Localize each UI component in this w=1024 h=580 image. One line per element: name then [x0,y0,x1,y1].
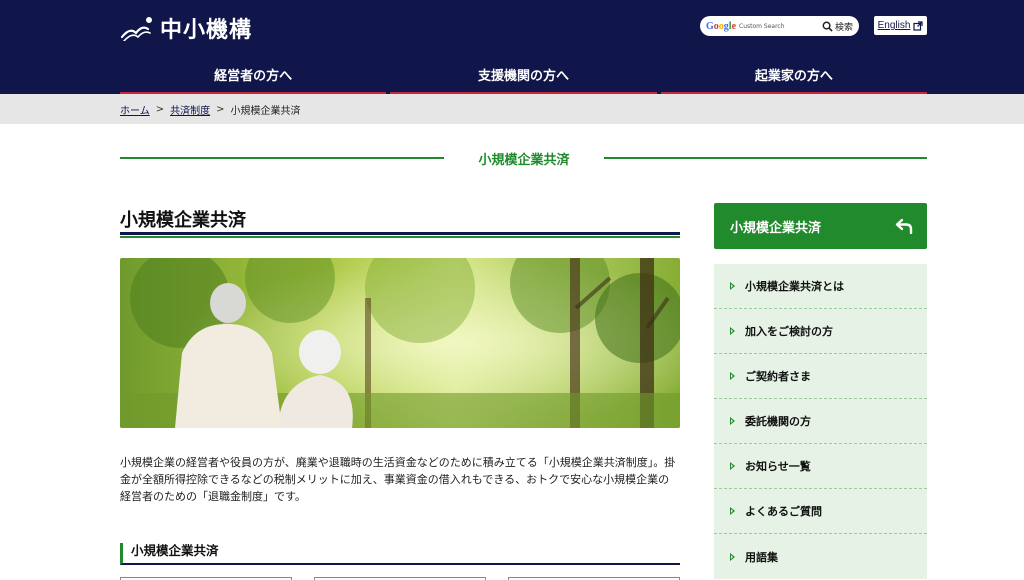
breadcrumb-separator: > [216,103,225,115]
triangle-right-icon [730,417,735,425]
triangle-right-icon [730,327,735,335]
hero-image [120,258,680,428]
english-label: English [877,20,911,31]
search-icon [822,21,833,32]
sidebar-item-glossary[interactable]: 用語集 [714,534,927,579]
sidebar-item-label: お知らせ一覧 [745,460,811,473]
sidebar-item-label: 委託機関の方 [745,415,811,428]
page-title: 小規模企業共済 [120,210,246,231]
sidebar-item-considering[interactable]: 加入をご検討の方 [714,309,927,354]
triangle-right-icon [730,372,735,380]
sidebar-item-about[interactable]: 小規模企業共済とは [714,264,927,309]
search-button[interactable]: 検索 [822,20,853,33]
logo-text: 中小機構 [160,18,253,43]
sub-section-heading-text: 小規模企業共済 [131,543,219,558]
sidebar-item-news[interactable]: お知らせ一覧 [714,444,927,489]
section-heading: 小規模企業共済 [478,153,570,168]
search-button-label: 検索 [834,22,853,33]
breadcrumb-current: 小規模企業共済 [230,105,301,117]
site-header: 中小機構 Google Custom Search 検索 English 経営者… [0,0,1024,94]
sidebar-item-label: 小規模企業共済とは [745,280,844,293]
section-heading-line-right [604,157,927,159]
site-search[interactable]: Google Custom Search 検索 [700,16,859,36]
breadcrumb-home[interactable]: ホーム [120,102,150,117]
nav-for-entrepreneurs[interactable]: 起業家の方へ [660,60,927,94]
breadcrumb: ホーム > 共済制度 > 小規模企業共済 [0,94,1024,124]
sidebar-item-label: よくあるご質問 [745,505,822,518]
return-arrow-icon [895,218,913,234]
english-link[interactable]: English [874,16,927,35]
triangle-right-icon [730,282,735,290]
sidebar-menu: 小規模企業共済とは 加入をご検討の方 ご契約者さま 委託機関の方 お知らせ一覧 … [714,264,927,579]
breadcrumb-separator: > [155,103,165,115]
hero-illustration [120,258,680,428]
logo-mark-icon [120,17,152,41]
sidebar-item-label: ご契約者さま [745,370,811,383]
sidebar-heading-label: 小規模企業共済 [730,220,822,236]
search-input[interactable]: Custom Search [739,23,822,30]
sidebar-item-label: 用語集 [745,550,778,564]
nav-for-managers[interactable]: 経営者の方へ [120,60,387,94]
title-rule [120,232,680,238]
intro-text: 小規模企業の経営者や役員の方が、廃業や退職時の生活資金などのために積み立てる「小… [120,456,676,503]
sidebar-item-faq[interactable]: よくあるご質問 [714,489,927,534]
global-nav: 経営者の方へ 支援機関の方へ 起業家の方へ [120,60,927,94]
sidebar-heading[interactable]: 小規模企業共済 [714,203,927,249]
section-heading-line-left [120,157,444,159]
sidebar-item-agencies[interactable]: 委託機関の方 [714,399,927,444]
google-logo: Google [706,20,737,32]
triangle-right-icon [730,462,735,470]
nav-for-support-organizations[interactable]: 支援機関の方へ [390,60,657,94]
triangle-right-icon [730,552,735,561]
triangle-right-icon [730,507,735,515]
sidebar-item-label: 加入をご検討の方 [745,325,833,338]
external-link-icon [913,20,924,31]
breadcrumb-section[interactable]: 共済制度 [170,102,210,117]
site-logo[interactable]: 中小機構 [120,12,252,44]
sub-section-heading: 小規模企業共済 [120,543,680,565]
sidebar-item-contractors[interactable]: ご契約者さま [714,354,927,399]
